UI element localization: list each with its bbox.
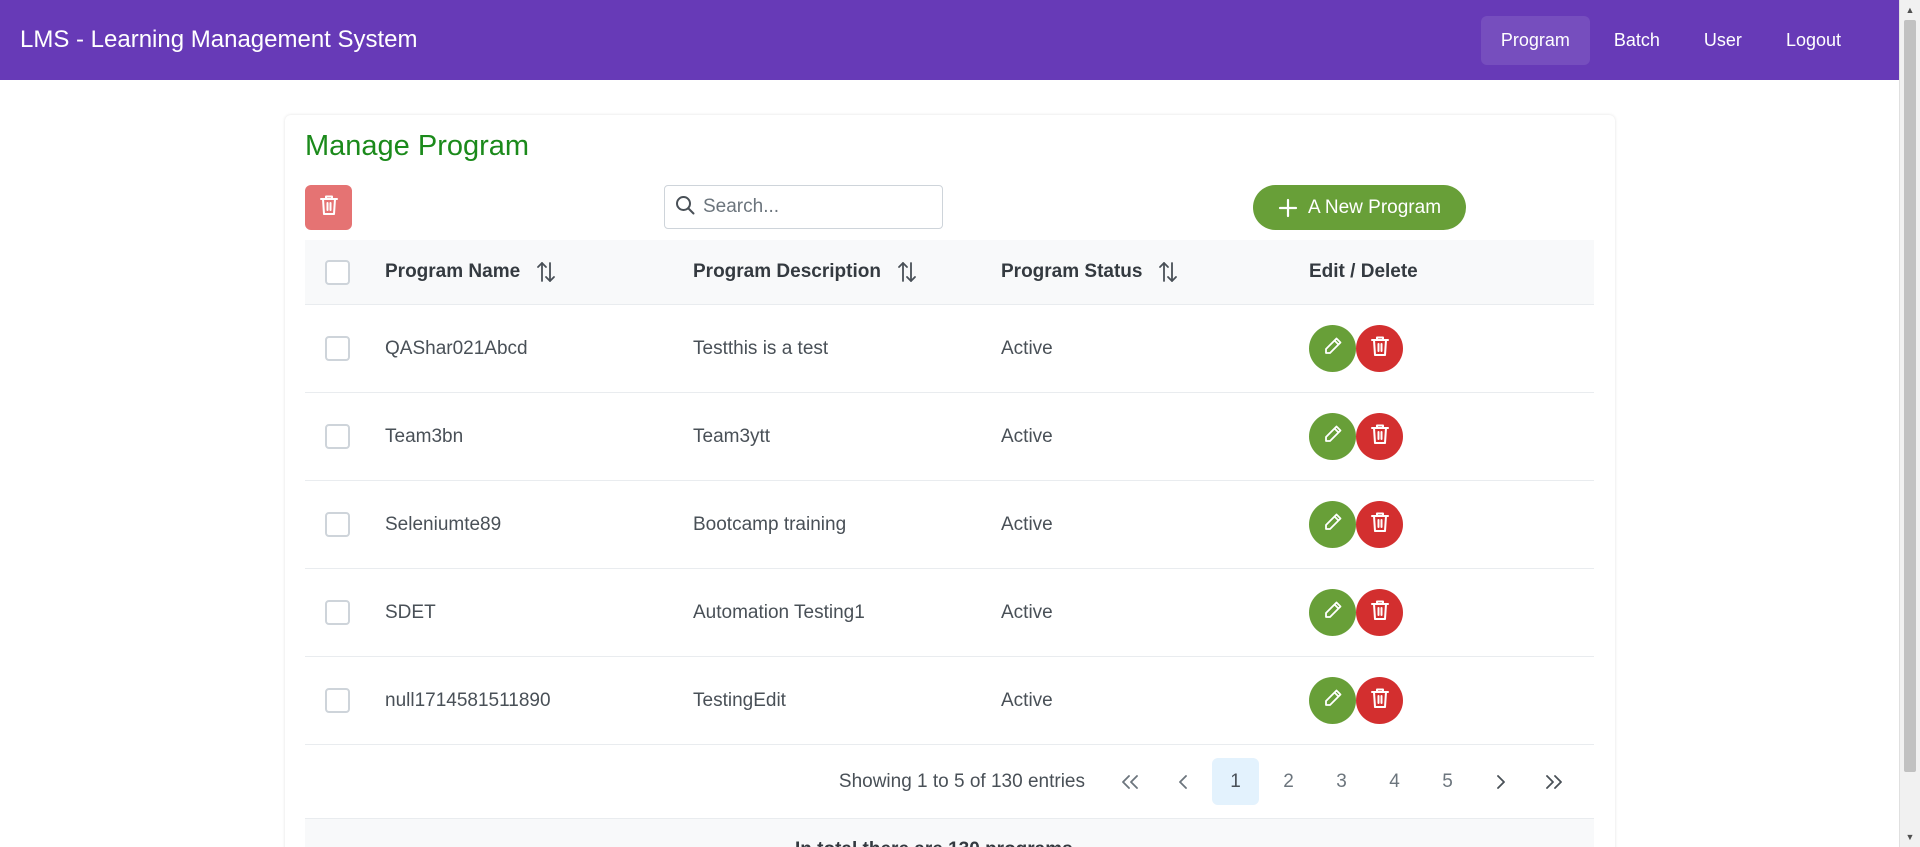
table-row: Seleniumte89 Bootcamp training Active xyxy=(305,481,1594,569)
page-button-3[interactable]: 3 xyxy=(1318,758,1365,805)
program-status-cell: Active xyxy=(1001,513,1053,535)
program-name-cell: Team3bn xyxy=(385,425,464,447)
edit-button[interactable] xyxy=(1309,589,1356,636)
first-page-button[interactable] xyxy=(1106,758,1153,805)
delete-button[interactable] xyxy=(1356,677,1403,724)
search-field xyxy=(664,185,943,229)
program-status-cell: Active xyxy=(1001,425,1053,447)
delete-selected-button[interactable] xyxy=(305,185,352,230)
program-description-cell: Team3ytt xyxy=(693,425,771,447)
table-row: QAShar021Abcd Testthis is a test Active xyxy=(305,305,1594,393)
search-input[interactable] xyxy=(703,196,933,218)
paginator: Showing 1 to 5 of 130 entries 1 2 3 4 5 xyxy=(305,745,1594,819)
program-status-cell: Active xyxy=(1001,689,1053,711)
pencil-icon xyxy=(1323,600,1343,625)
table-row: null1714581511890 TestingEdit Active xyxy=(305,657,1594,745)
main-nav: Program Batch User Logout xyxy=(1477,15,1861,65)
program-status-cell: Active xyxy=(1001,337,1053,359)
sort-icon[interactable] xyxy=(1158,261,1178,283)
select-all-checkbox[interactable] xyxy=(325,259,350,285)
pencil-icon xyxy=(1323,512,1343,537)
next-page-button[interactable] xyxy=(1477,758,1524,805)
nav-program[interactable]: Program xyxy=(1480,15,1590,65)
pencil-icon xyxy=(1323,424,1343,449)
pencil-icon xyxy=(1323,688,1343,713)
row-checkbox[interactable] xyxy=(325,688,350,713)
top-navbar: LMS - Learning Management System Program… xyxy=(0,0,1899,80)
program-description-cell: Testthis is a test xyxy=(693,337,829,359)
program-status-cell: Active xyxy=(1001,601,1053,623)
delete-button[interactable] xyxy=(1356,501,1403,548)
program-name-cell: null1714581511890 xyxy=(385,689,551,711)
last-page-button[interactable] xyxy=(1530,758,1577,805)
scroll-up-arrow-icon[interactable]: ▲ xyxy=(1900,2,1920,18)
column-header-program-name[interactable]: Program Name xyxy=(385,261,693,283)
page-button-5[interactable]: 5 xyxy=(1424,758,1471,805)
edit-button[interactable] xyxy=(1309,413,1356,460)
trash-icon xyxy=(1370,687,1390,714)
footer-summary: In total there are 130 programs. xyxy=(795,839,1078,847)
prev-page-button[interactable] xyxy=(1159,758,1206,805)
table-header: Program Name Program Description Program… xyxy=(305,240,1594,305)
delete-button[interactable] xyxy=(1356,413,1403,460)
table-row: SDET Automation Testing1 Active xyxy=(305,569,1594,657)
add-new-program-button[interactable]: A New Program xyxy=(1253,185,1466,230)
page-button-2[interactable]: 2 xyxy=(1265,758,1312,805)
table-footer: In total there are 130 programs. xyxy=(305,819,1594,847)
program-description-cell: TestingEdit xyxy=(693,689,786,711)
row-checkbox[interactable] xyxy=(325,512,350,537)
page-title: Manage Program xyxy=(305,130,530,162)
scrollbar-thumb[interactable] xyxy=(1904,20,1916,772)
nav-logout[interactable]: Logout xyxy=(1766,16,1861,65)
trash-icon xyxy=(1370,423,1390,450)
trash-icon xyxy=(319,194,339,221)
column-header-edit-delete: Edit / Delete xyxy=(1309,261,1418,282)
page-button-1[interactable]: 1 xyxy=(1212,758,1259,805)
manage-program-card: Manage Program A New Program Program Nam… xyxy=(285,115,1615,847)
app-title: LMS - Learning Management System xyxy=(20,26,418,53)
program-name-cell: QAShar021Abcd xyxy=(385,337,528,359)
trash-icon xyxy=(1370,599,1390,626)
program-name-cell: Seleniumte89 xyxy=(385,513,502,535)
column-label: Program Name xyxy=(385,261,521,282)
column-header-program-status[interactable]: Program Status xyxy=(1001,261,1309,283)
program-name-cell: SDET xyxy=(385,601,436,623)
nav-user[interactable]: User xyxy=(1684,16,1762,65)
row-checkbox[interactable] xyxy=(325,336,350,361)
column-header-program-description[interactable]: Program Description xyxy=(693,261,1001,283)
program-description-cell: Bootcamp training xyxy=(693,513,847,535)
column-label: Program Status xyxy=(1001,261,1143,282)
delete-button[interactable] xyxy=(1356,325,1403,372)
page-info: Showing 1 to 5 of 130 entries xyxy=(838,770,1085,792)
search-icon xyxy=(675,195,695,220)
program-table: Program Name Program Description Program… xyxy=(305,240,1594,847)
scroll-down-arrow-icon[interactable]: ▼ xyxy=(1900,829,1920,845)
row-checkbox[interactable] xyxy=(325,424,350,449)
program-description-cell: Automation Testing1 xyxy=(693,601,865,623)
page-scrollbar[interactable]: ▲ ▼ xyxy=(1899,0,1920,847)
trash-icon xyxy=(1370,335,1390,362)
sort-icon[interactable] xyxy=(536,261,556,283)
add-new-program-label: A New Program xyxy=(1307,196,1442,218)
column-label: Program Description xyxy=(693,261,881,282)
pencil-icon xyxy=(1323,336,1343,361)
table-row: Team3bn Team3ytt Active xyxy=(305,393,1594,481)
plus-icon xyxy=(1278,198,1298,218)
row-checkbox[interactable] xyxy=(325,600,350,625)
edit-button[interactable] xyxy=(1309,325,1356,372)
trash-icon xyxy=(1370,511,1390,538)
sort-icon[interactable] xyxy=(897,261,917,283)
page-button-4[interactable]: 4 xyxy=(1371,758,1418,805)
edit-button[interactable] xyxy=(1309,677,1356,724)
delete-button[interactable] xyxy=(1356,589,1403,636)
nav-batch[interactable]: Batch xyxy=(1594,16,1680,65)
edit-button[interactable] xyxy=(1309,501,1356,548)
